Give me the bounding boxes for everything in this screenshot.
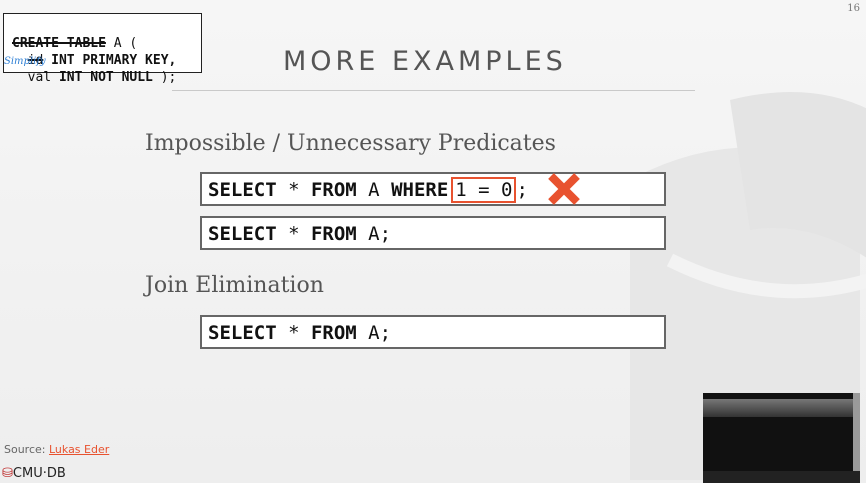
cmu-db-logo-icon: ⛁ xyxy=(2,466,13,481)
star: * xyxy=(276,223,311,245)
semicolon: ; xyxy=(516,179,528,201)
from-keyword: FROM xyxy=(310,322,357,344)
table-name: A ( xyxy=(105,36,138,51)
where-keyword: WHERE xyxy=(391,179,449,201)
video-band xyxy=(703,399,860,417)
select-keyword: SELECT xyxy=(208,179,277,201)
query-simplified: SELECT * FROM A; xyxy=(200,216,666,250)
select-keyword: SELECT xyxy=(208,223,277,245)
star: * xyxy=(276,179,311,201)
query-join-elimination: SELECT * FROM A; xyxy=(200,315,666,349)
column-id-definition: INT PRIMARY KEY, xyxy=(43,53,177,68)
heading-impossible-predicates: Impossible / Unnecessary Predicates xyxy=(145,131,556,156)
simplify-annotation: Simplify xyxy=(4,56,46,67)
select-keyword: SELECT xyxy=(208,322,277,344)
schema-definition-box: CREATE TABLE A ( id INT PRIMARY KEY, val… xyxy=(3,13,202,85)
table-name: A xyxy=(356,179,392,201)
create-table-keyword: CREATE TABLE xyxy=(12,36,106,51)
page-number: 16 xyxy=(847,3,860,14)
x-mark-icon xyxy=(548,173,580,205)
cmu-db-logo-text: CMU·DB xyxy=(12,466,66,481)
schema-close: ); xyxy=(152,70,177,85)
video-overlay xyxy=(703,393,860,483)
source-credit: Source: Lukas Eder xyxy=(4,443,109,456)
source-link[interactable]: Lukas Eder xyxy=(49,443,109,456)
title-divider xyxy=(172,90,695,91)
from-keyword: FROM xyxy=(310,179,357,201)
column-val: val xyxy=(27,70,52,85)
source-label: Source: xyxy=(4,443,49,456)
video-edge xyxy=(853,393,860,483)
table-name: A; xyxy=(356,322,392,344)
page-title: MORE EXAMPLES xyxy=(283,46,567,77)
column-val-definition: INT NOT NULL xyxy=(51,70,153,85)
heading-join-elimination: Join Elimination xyxy=(145,273,324,298)
query-impossible-predicate: SELECT * FROM A WHERE 1 = 0; xyxy=(200,172,666,206)
highlighted-predicate: 1 = 0 xyxy=(451,177,517,203)
video-strip xyxy=(703,471,860,483)
table-name: A; xyxy=(356,223,392,245)
cmu-db-logo: ⛁CMU·DB xyxy=(2,466,66,481)
from-keyword: FROM xyxy=(310,223,357,245)
star: * xyxy=(276,322,311,344)
